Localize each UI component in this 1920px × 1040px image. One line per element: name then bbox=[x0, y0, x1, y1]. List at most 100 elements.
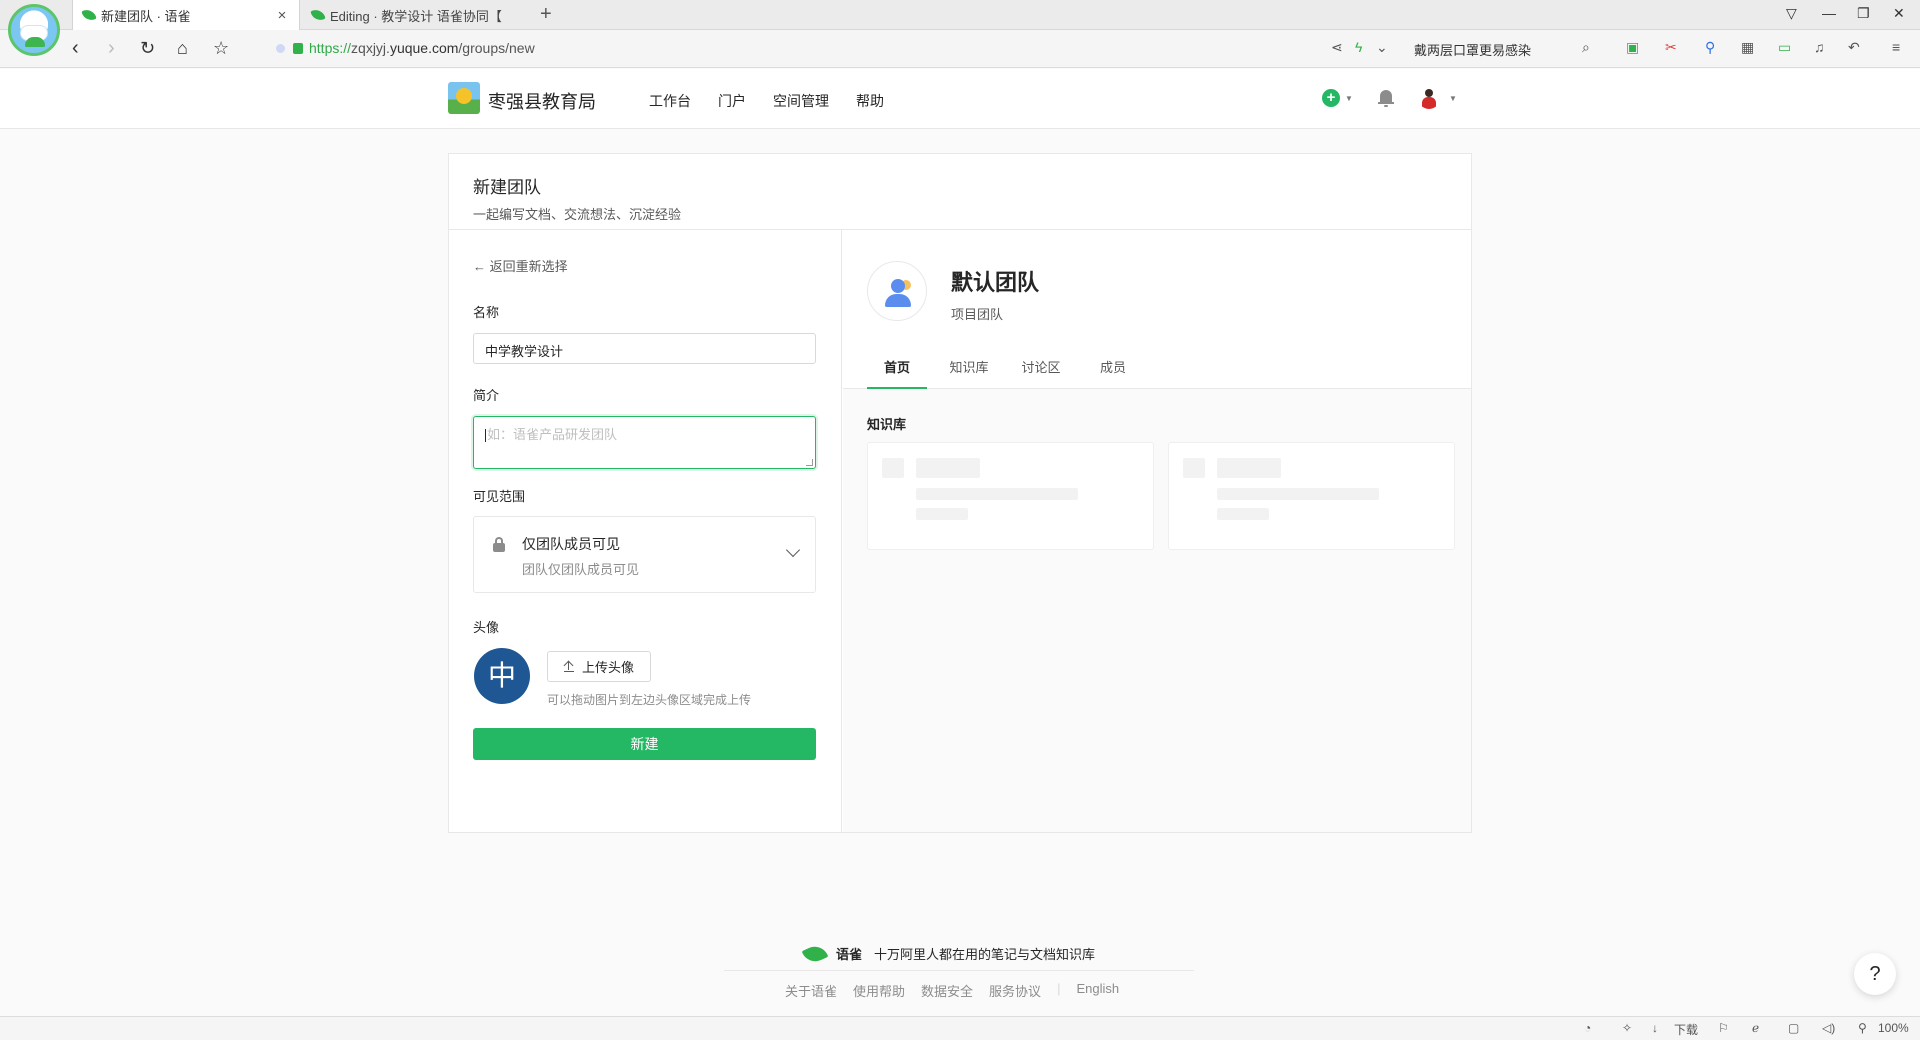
resize-grip-icon[interactable] bbox=[806, 459, 813, 466]
footer-link-terms[interactable]: 服务协议 bbox=[989, 981, 1041, 1000]
pin-icon[interactable]: ✧ bbox=[1622, 1021, 1632, 1035]
url-field[interactable]: https://zqxjyj. yuque.com/groups/new bbox=[276, 40, 535, 56]
browser-tab-active[interactable]: 新建团队 · 语雀 × bbox=[72, 0, 300, 30]
magnifier-icon[interactable]: ⚲ bbox=[1705, 39, 1715, 56]
visibility-select[interactable]: 仅团队成员可见 团队仅团队成员可见 bbox=[473, 516, 816, 593]
ie-icon[interactable]: ℯ bbox=[1752, 1021, 1759, 1035]
footer-link-security[interactable]: 数据安全 bbox=[921, 981, 973, 1000]
flag-icon[interactable]: ⚐ bbox=[1718, 1021, 1729, 1035]
plus-circle-icon[interactable]: + bbox=[1322, 89, 1340, 107]
create-button[interactable]: 新建 bbox=[473, 728, 816, 760]
dropdown-chevron-icon[interactable]: ⌄ bbox=[1376, 39, 1388, 56]
undo-icon[interactable]: ↶ bbox=[1848, 39, 1860, 56]
tab-title: 新建团队 · 语雀 bbox=[101, 8, 191, 24]
nav-workbench[interactable]: 工作台 bbox=[649, 91, 691, 111]
user-avatar[interactable] bbox=[1418, 87, 1440, 109]
caret-down-icon[interactable]: ▼ bbox=[1449, 94, 1457, 103]
share-icon[interactable]: ⋖ bbox=[1331, 39, 1343, 56]
intro-label: 简介 bbox=[473, 388, 500, 403]
arrow-left-icon: ← bbox=[473, 259, 486, 274]
bookmark-star-icon[interactable]: ☆ bbox=[213, 38, 229, 58]
translate-icon[interactable]: ▣ bbox=[1626, 39, 1639, 56]
browser-logo-icon[interactable] bbox=[8, 4, 60, 56]
zoom-icon[interactable]: ⚲ bbox=[1858, 1021, 1867, 1035]
tab-discussion[interactable]: 讨论区 bbox=[1011, 357, 1071, 389]
preview-header: 默认团队 项目团队 首页 知识库 讨论区 成员 bbox=[843, 230, 1471, 389]
footer-slogan: 十万阿里人都在用的笔记与文档知识库 bbox=[874, 947, 1096, 962]
skeleton-card bbox=[1168, 442, 1455, 550]
bell-icon[interactable] bbox=[1378, 89, 1394, 107]
speed-icon[interactable]: ◔ bbox=[1584, 1021, 1591, 1035]
footer-link-about[interactable]: 关于语雀 bbox=[785, 981, 837, 1000]
minimize-icon[interactable]: — bbox=[1822, 5, 1836, 21]
search-icon[interactable]: ⌕ bbox=[1582, 39, 1590, 56]
headphone-icon[interactable]: ♫ bbox=[1814, 39, 1825, 55]
secure-lock-icon bbox=[293, 42, 303, 54]
visibility-title: 仅团队成员可见 bbox=[522, 536, 620, 552]
caret-down-icon[interactable]: ▼ bbox=[1345, 94, 1353, 103]
help-button[interactable]: ? bbox=[1854, 953, 1896, 995]
forward-icon[interactable]: › bbox=[108, 38, 115, 58]
skeleton-card bbox=[867, 442, 1154, 550]
site-info-icon[interactable] bbox=[276, 43, 285, 53]
nav-space-manage[interactable]: 空间管理 bbox=[773, 91, 829, 111]
tab-title: Editing · 教学设计 语雀协同【 bbox=[330, 8, 502, 24]
yuque-logo-icon bbox=[801, 941, 829, 966]
window-icon[interactable]: ▢ bbox=[1788, 1021, 1799, 1035]
footer-brand-name[interactable]: 语雀 bbox=[836, 944, 862, 963]
skin-icon[interactable]: ▽ bbox=[1786, 5, 1797, 22]
org-logo[interactable] bbox=[448, 82, 480, 114]
reload-icon[interactable]: ↻ bbox=[140, 38, 155, 58]
download-icon[interactable]: ↓ bbox=[1652, 1021, 1658, 1035]
browser-tab-inactive[interactable]: Editing · 教学设计 语雀协同【 bbox=[302, 0, 530, 30]
preview-team-name: 默认团队 bbox=[951, 270, 1040, 295]
back-icon[interactable]: ‹ bbox=[72, 38, 79, 58]
avatar-label: 头像 bbox=[473, 620, 500, 635]
new-tab-button[interactable]: + bbox=[540, 3, 552, 26]
tab-home[interactable]: 首页 bbox=[867, 357, 927, 389]
browser-status-bar: ◔ ✧ ↓ 下载 ⚐ ℯ ▢ ◁) ⚲ 100% bbox=[0, 1016, 1920, 1040]
url-sub: zqxjyj. bbox=[351, 40, 390, 56]
download-label[interactable]: 下载 bbox=[1674, 1021, 1698, 1038]
menu-icon[interactable]: ≡ bbox=[1892, 39, 1900, 55]
knowledge-base-label: 知识库 bbox=[867, 417, 907, 432]
tab-members[interactable]: 成员 bbox=[1083, 357, 1143, 389]
team-intro-textarea[interactable]: 如：语雀产品研发团队 bbox=[473, 416, 816, 469]
nav-help[interactable]: 帮助 bbox=[856, 91, 884, 111]
yuque-favicon-icon bbox=[81, 7, 97, 23]
yuque-favicon-icon bbox=[310, 7, 326, 23]
footer-brand: 语雀 十万阿里人都在用的笔记与文档知识库 bbox=[801, 941, 1096, 966]
footer-divider bbox=[724, 970, 1194, 971]
lightning-icon[interactable]: ϟ bbox=[1355, 39, 1362, 55]
close-window-icon[interactable]: ✕ bbox=[1893, 5, 1905, 22]
nav-portal[interactable]: 门户 bbox=[718, 91, 746, 111]
volume-icon[interactable]: ◁) bbox=[1822, 1021, 1835, 1035]
footer-link-help[interactable]: 使用帮助 bbox=[853, 981, 905, 1000]
footer-link-english[interactable]: English bbox=[1076, 981, 1119, 1000]
browser-tab-bar: 新建团队 · 语雀 × Editing · 教学设计 语雀协同【 + ▽ — ❐… bbox=[0, 0, 1920, 30]
tab-knowledge-base[interactable]: 知识库 bbox=[939, 357, 999, 389]
team-form: ← 返回重新选择 名称 中学教学设计 简介 如：语雀产品研发团队 可见范围 仅团… bbox=[449, 230, 842, 832]
tab-close-icon[interactable]: × bbox=[275, 7, 289, 24]
scissors-icon[interactable]: ✂ bbox=[1665, 39, 1677, 56]
zoom-level[interactable]: 100% bbox=[1878, 1021, 1909, 1035]
upload-avatar-button[interactable]: 上传头像 bbox=[547, 651, 651, 682]
home-icon[interactable]: ⌂ bbox=[177, 38, 188, 58]
site-name[interactable]: 枣强县教育局 bbox=[488, 88, 596, 114]
card-header: 新建团队 一起编写文档、交流想法、沉淀经验 bbox=[449, 154, 1471, 230]
intro-placeholder: 如：语雀产品研发团队 bbox=[487, 427, 618, 442]
visibility-label: 可见范围 bbox=[473, 489, 526, 504]
team-avatar[interactable]: 中 bbox=[474, 648, 530, 704]
search-hint-text[interactable]: 戴两层口罩更易感染 bbox=[1414, 40, 1531, 59]
upload-label: 上传头像 bbox=[581, 660, 634, 675]
battery-icon[interactable]: ▭ bbox=[1778, 39, 1791, 56]
footer-links: 关于语雀 使用帮助 数据安全 服务协议 | English bbox=[785, 981, 1135, 1000]
page-title: 新建团队 bbox=[473, 178, 541, 197]
restore-icon[interactable]: ❐ bbox=[1857, 5, 1870, 22]
back-link[interactable]: ← 返回重新选择 bbox=[473, 256, 568, 275]
team-name-input[interactable]: 中学教学设计 bbox=[473, 333, 816, 364]
footer-link-divider: | bbox=[1057, 981, 1061, 996]
apps-grid-icon[interactable]: ▦ bbox=[1741, 39, 1754, 56]
address-bar: ‹ › ↻ ⌂ ☆ https://zqxjyj. yuque.com/group… bbox=[0, 30, 1920, 68]
name-label: 名称 bbox=[473, 305, 500, 320]
